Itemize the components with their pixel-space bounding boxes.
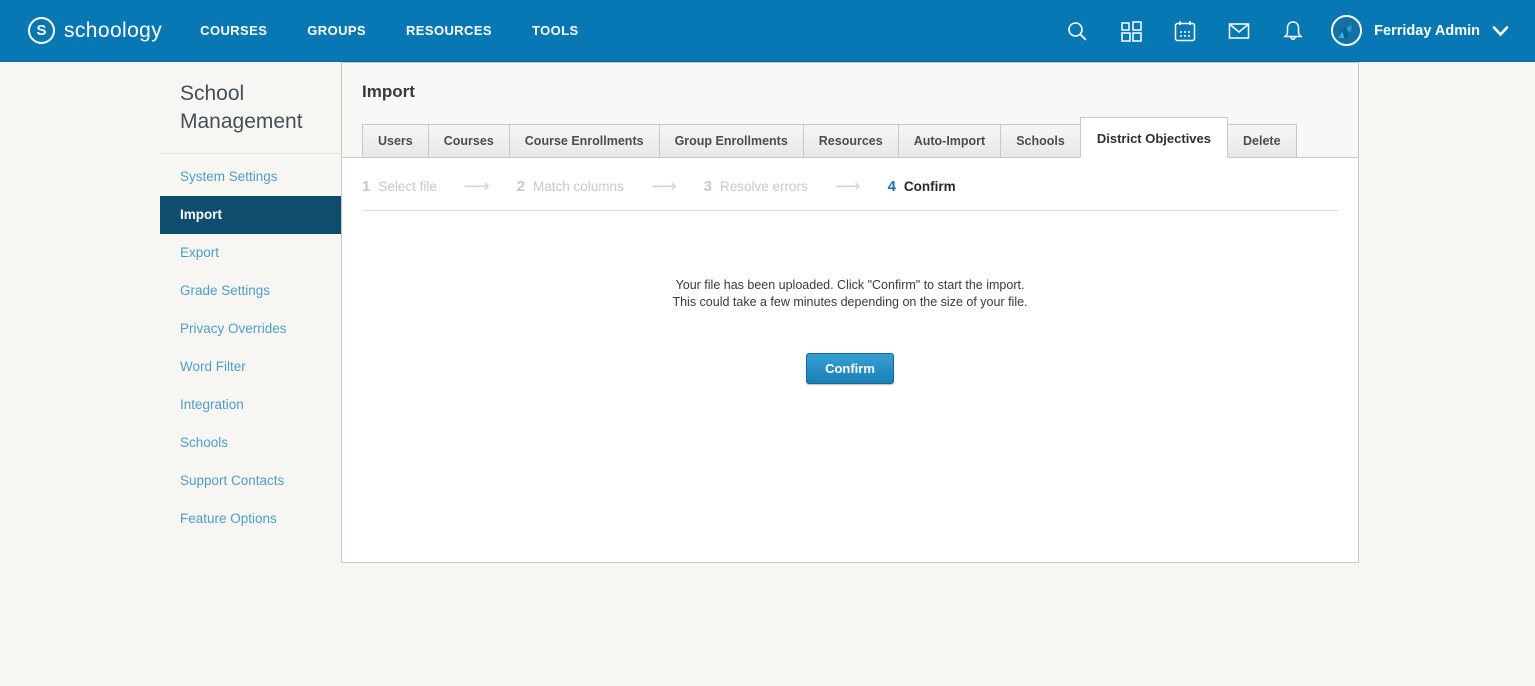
sidebar-item[interactable]: System Settings <box>160 158 341 196</box>
step-label: Resolve errors <box>720 179 808 194</box>
import-tab[interactable]: Schools <box>1000 124 1081 158</box>
upload-message: Your file has been uploaded. Click "Conf… <box>362 277 1338 311</box>
sidebar-item[interactable]: Integration <box>160 386 341 424</box>
sidebar-item[interactable]: Schools <box>160 424 341 462</box>
step-number: 4 <box>888 178 896 195</box>
step-label: Match columns <box>533 179 624 194</box>
stepper-step: 4 Confirm ⟶ <box>888 178 956 195</box>
import-panel: Import UsersCoursesCourse EnrollmentsGro… <box>341 62 1359 563</box>
sidebar-item[interactable]: Feature Options <box>160 500 341 538</box>
calendar-icon[interactable] <box>1173 19 1197 43</box>
sidebar: School Management System SettingsImportE… <box>160 62 341 538</box>
step-number: 3 <box>704 178 712 195</box>
import-tab[interactable]: Resources <box>803 124 899 158</box>
chevron-down-icon <box>1492 25 1509 37</box>
sidebar-item[interactable]: Word Filter <box>160 348 341 386</box>
import-tab[interactable]: Group Enrollments <box>659 124 804 158</box>
nav-menu-item[interactable]: TOOLS <box>532 23 579 38</box>
sidebar-item[interactable]: Support Contacts <box>160 462 341 500</box>
stepper-step: 2 Match columns ⟶ <box>517 177 704 195</box>
top-nav: S schoology COURSES GROUPS RESOURCES TOOLS <box>0 0 1535 62</box>
arrow-right-icon: ⟶ <box>651 177 677 195</box>
sidebar-item[interactable]: Import <box>160 196 341 234</box>
arrow-right-icon: ⟶ <box>464 177 490 195</box>
step-label: Select file <box>378 179 437 194</box>
avatar <box>1331 15 1362 46</box>
user-profile-menu[interactable]: Ferriday Admin <box>1331 15 1509 46</box>
sidebar-nav: System SettingsImportExportGrade Setting… <box>160 158 341 538</box>
panel-body: 1 Select file ⟶ 2 Match columns ⟶ 3 Reso… <box>342 158 1358 384</box>
confirm-button-wrap: Confirm <box>362 353 1338 384</box>
panel-header: Import UsersCoursesCourse EnrollmentsGro… <box>342 63 1358 158</box>
apps-grid-icon[interactable] <box>1119 19 1143 43</box>
stepper-divider <box>362 210 1338 211</box>
step-number: 1 <box>362 178 370 195</box>
sidebar-title: School Management <box>160 62 341 136</box>
brand-initial: S <box>36 23 46 38</box>
schoology-logo[interactable]: S schoology <box>28 17 162 44</box>
stepper-step: 1 Select file ⟶ <box>362 177 517 195</box>
user-name: Ferriday Admin <box>1374 23 1480 39</box>
messages-icon[interactable] <box>1227 19 1251 43</box>
upload-message-line1: Your file has been uploaded. Click "Conf… <box>362 277 1338 294</box>
sidebar-divider <box>160 153 341 154</box>
notifications-icon[interactable] <box>1281 19 1305 43</box>
step-label: Confirm <box>904 179 956 194</box>
stepper-step: 3 Resolve errors ⟶ <box>704 177 888 195</box>
nav-menu-item[interactable]: COURSES <box>200 23 267 38</box>
sidebar-item[interactable]: Export <box>160 234 341 272</box>
sidebar-item[interactable]: Grade Settings <box>160 272 341 310</box>
upload-message-line2: This could take a few minutes depending … <box>362 294 1338 311</box>
brand-wordmark: schoology <box>64 19 162 43</box>
import-tab[interactable]: Users <box>362 124 429 158</box>
nav-right-cluster: Ferriday Admin <box>1035 15 1509 46</box>
import-tabs: UsersCoursesCourse EnrollmentsGroup Enro… <box>362 117 1338 158</box>
import-tab[interactable]: Course Enrollments <box>509 124 660 158</box>
import-tab[interactable]: Auto-Import <box>898 124 1002 158</box>
import-stepper: 1 Select file ⟶ 2 Match columns ⟶ 3 Reso… <box>362 175 1338 195</box>
page-title: Import <box>362 82 1338 102</box>
step-number: 2 <box>517 178 525 195</box>
nav-menu-item[interactable]: RESOURCES <box>406 23 492 38</box>
import-tab[interactable]: Delete <box>1227 124 1297 158</box>
sidebar-item[interactable]: Privacy Overrides <box>160 310 341 348</box>
search-icon[interactable] <box>1065 19 1089 43</box>
nav-menu-item[interactable]: GROUPS <box>307 23 366 38</box>
schoology-logo-icon: S <box>28 17 55 44</box>
confirm-button[interactable]: Confirm <box>806 353 894 384</box>
import-tab[interactable]: Courses <box>428 124 510 158</box>
import-tab[interactable]: District Objectives <box>1080 117 1228 158</box>
arrow-right-icon: ⟶ <box>835 177 861 195</box>
main-menu: COURSES GROUPS RESOURCES TOOLS <box>200 23 618 38</box>
